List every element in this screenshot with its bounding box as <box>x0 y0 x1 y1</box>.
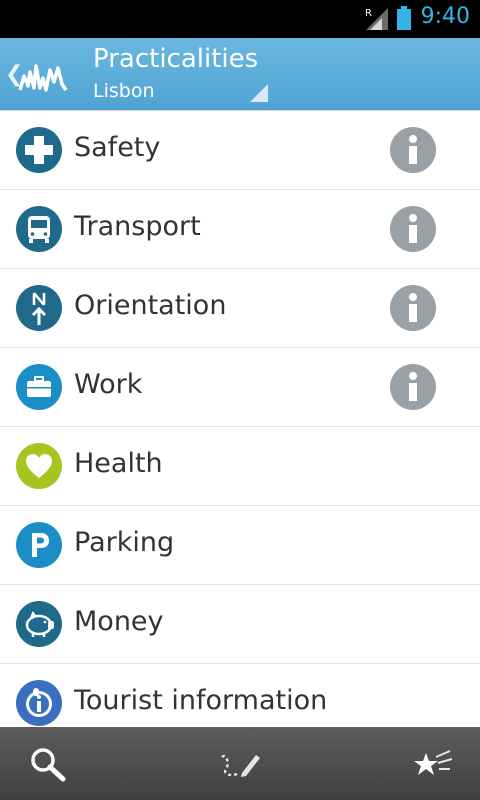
list-item-tourist-information[interactable]: Tourist information <box>0 664 480 727</box>
list-item-health[interactable]: Health <box>0 427 480 506</box>
list-item-money[interactable]: Money <box>0 585 480 664</box>
favorites-button[interactable] <box>380 727 480 800</box>
list-item-safety[interactable]: Safety <box>0 111 480 190</box>
piggy-bank-icon <box>16 601 62 647</box>
route-pencil-icon <box>221 754 260 777</box>
battery-icon <box>397 6 411 30</box>
svg-text:R: R <box>365 8 372 19</box>
list-item-work[interactable]: Work <box>0 348 480 427</box>
list-item-transport[interactable]: Transport <box>0 190 480 269</box>
list-item-label: Work <box>74 369 143 400</box>
up-button[interactable]: ❮ <box>0 38 76 110</box>
list-item-label: Parking <box>74 527 175 558</box>
plus-icon <box>16 127 62 173</box>
heart-icon <box>16 443 62 489</box>
list-item-label: Orientation <box>74 290 227 321</box>
signal-icon: R <box>365 8 388 30</box>
skyline-logo-icon <box>18 64 68 92</box>
parking-icon <box>16 522 62 568</box>
practicalities-list: Safety Transport Orientation Work Health… <box>0 111 480 727</box>
route-button[interactable] <box>190 727 290 800</box>
north-arrow-icon <box>16 285 62 331</box>
city-selector[interactable]: Lisbon <box>93 80 155 102</box>
list-item-parking[interactable]: Parking <box>0 506 480 585</box>
info-icon[interactable] <box>390 127 436 173</box>
list-item-orientation[interactable]: Orientation <box>0 269 480 348</box>
stars-icon <box>414 750 453 775</box>
search-button[interactable] <box>0 727 100 800</box>
info-icon[interactable] <box>390 206 436 252</box>
bottom-toolbar <box>0 727 480 800</box>
bus-icon <box>16 206 62 252</box>
search-icon <box>31 748 66 782</box>
list-item-label: Money <box>74 606 164 637</box>
list-item-label: Tourist information <box>74 685 328 716</box>
tourist-info-icon <box>16 680 62 726</box>
briefcase-icon <box>16 364 62 410</box>
dropdown-triangle-icon[interactable] <box>250 84 268 102</box>
list-item-label: Health <box>74 448 163 479</box>
info-icon[interactable] <box>390 285 436 331</box>
app-bar: ❮ Practicalities Lisbon <box>0 38 480 110</box>
list-item-label: Transport <box>74 211 201 242</box>
clock: 9:40 <box>420 4 470 29</box>
list-item-label: Safety <box>74 132 161 163</box>
info-icon[interactable] <box>390 364 436 410</box>
status-bar: R 9:40 <box>0 0 480 38</box>
page-title: Practicalities <box>93 44 259 74</box>
